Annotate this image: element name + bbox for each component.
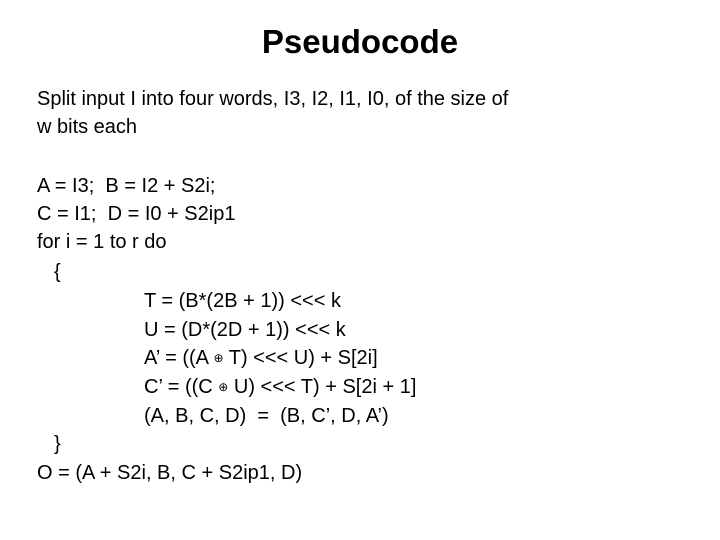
code-a-prime-assignment: A’ = ((A ⊕ T) <<< U) + S[2i] bbox=[144, 346, 378, 370]
xor-icon: ⊕ bbox=[218, 380, 229, 394]
code-u-assignment: U = (D*(2D + 1)) <<< k bbox=[144, 319, 346, 341]
code-rotate-assignment: (A, B, C, D) = (B, C’, D, A’) bbox=[144, 405, 389, 427]
intro-line-1: Split input I into four words, I3, I2, I… bbox=[37, 88, 509, 110]
code-c-prime-pre: C’ = ((C bbox=[144, 376, 219, 398]
intro-line-2: w bits each bbox=[37, 116, 138, 138]
code-loop-header: for i = 1 to r do bbox=[37, 231, 167, 253]
code-close-brace: } bbox=[54, 433, 61, 455]
code-open-brace: { bbox=[54, 261, 61, 283]
code-c-prime-assignment: C’ = ((C ⊕ U) <<< T) + S[2i + 1] bbox=[144, 375, 416, 399]
code-a-prime-post: T) <<< U) + S[2i] bbox=[223, 347, 378, 369]
code-c-prime-post: U) <<< T) + S[2i + 1] bbox=[228, 376, 417, 398]
code-init-line-2: C = I1; D = I0 + S2ip1 bbox=[37, 203, 236, 225]
code-t-assignment: T = (B*(2B + 1)) <<< k bbox=[144, 290, 341, 312]
code-output-line: O = (A + S2i, B, C + S2ip1, D) bbox=[37, 462, 303, 484]
slide-title: Pseudocode bbox=[261, 23, 459, 60]
code-init-line-1: A = I3; B = I2 + S2i; bbox=[37, 175, 216, 197]
code-a-prime-pre: A’ = ((A bbox=[144, 347, 214, 369]
xor-icon: ⊕ bbox=[213, 351, 224, 365]
